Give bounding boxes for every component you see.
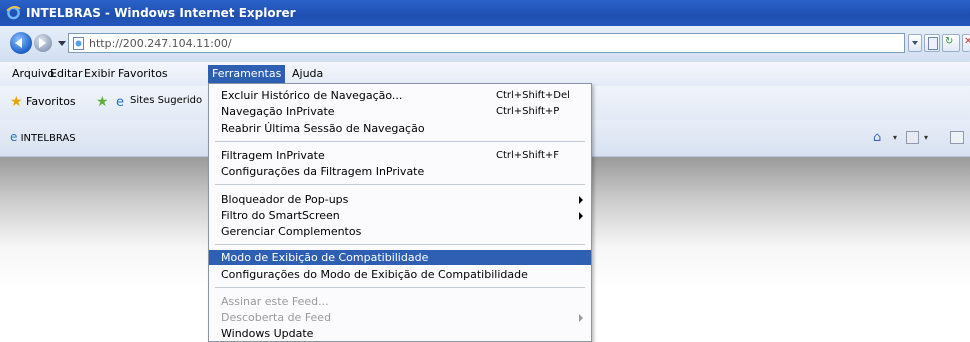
address-field[interactable] [68, 33, 905, 53]
page-icon: e [10, 130, 18, 144]
menu-item-label: Navegação InPrivate [221, 105, 335, 118]
add-to-favorites-icon[interactable]: ★ [96, 95, 110, 109]
menu-item-label: Modo de Exibição de Compatibilidade [221, 251, 429, 264]
menu-item-windows-update[interactable]: Windows Update [209, 326, 591, 341]
menu-item-label: Windows Update [221, 327, 314, 340]
address-dropdown-button[interactable] [908, 34, 922, 52]
home-dropdown-icon[interactable]: ▾ [893, 133, 897, 142]
menu-item-label: Filtro do SmartScreen [221, 209, 340, 222]
print-icon[interactable] [950, 131, 964, 144]
menu-item-label: Configurações da Filtragem InPrivate [221, 165, 425, 178]
menu-item-shortcut: Ctrl+Shift+F [496, 150, 560, 161]
menu-item-label: Configurações do Modo de Exibição de Com… [221, 268, 528, 281]
recent-pages-dropdown[interactable] [58, 41, 66, 46]
menu-item-compatibility-view[interactable]: Modo de Exibição de Compatibilidade [209, 250, 591, 265]
back-button[interactable] [10, 32, 32, 54]
favorites-star-icon: ★ [10, 94, 23, 110]
suggested-sites-link[interactable]: Sites Sugerido [130, 95, 202, 106]
menu-item-feed-discovery: Descoberta de Feed [209, 310, 591, 325]
menu-item-inprivate-filtering-settings[interactable]: Configurações da Filtragem InPrivate [209, 164, 591, 179]
chevron-down-icon [912, 41, 918, 45]
stop-icon: ✕ [964, 36, 970, 47]
address-input[interactable] [89, 35, 789, 51]
forward-button[interactable] [34, 34, 52, 52]
menu-item-shortcut: Ctrl+Shift+Del [496, 90, 570, 101]
menu-item-label: Filtragem InPrivate [221, 149, 325, 162]
window-title: INTELBRAS - Windows Internet Explorer [26, 6, 296, 20]
menu-item-compatibility-view-settings[interactable]: Configurações do Modo de Exibição de Com… [209, 267, 591, 282]
menu-item-delete-history[interactable]: Excluir Histórico de Navegação... Ctrl+S… [209, 88, 591, 103]
menu-item-inprivate-filtering[interactable]: Filtragem InPrivate Ctrl+Shift+F [209, 148, 591, 163]
tab-title: INTELBRAS [20, 133, 76, 144]
menu-favoritos[interactable]: Favoritos [114, 65, 172, 83]
home-icon[interactable]: ⌂ [873, 130, 881, 145]
stop-button[interactable]: ✕ [962, 34, 970, 52]
menu-item-shortcut: Ctrl+Shift+P [496, 106, 560, 117]
menu-item-label: Gerenciar Complementos [221, 225, 362, 238]
refresh-button[interactable]: ↻ [942, 34, 960, 52]
tools-menu: Excluir Histórico de Navegação... Ctrl+S… [208, 83, 592, 342]
menu-item-label: Descoberta de Feed [221, 311, 332, 324]
menu-item-label: Reabrir Última Sessão de Navegação [221, 122, 425, 135]
compatibility-view-button[interactable] [924, 34, 940, 52]
menu-separator [215, 244, 585, 245]
menu-separator [215, 141, 585, 142]
menu-item-label: Bloqueador de Pop-ups [221, 193, 349, 206]
submenu-arrow-icon [579, 212, 583, 220]
broken-page-icon [928, 37, 938, 50]
refresh-icon: ↻ [945, 36, 954, 47]
menu-ferramentas[interactable]: Ferramentas [208, 65, 286, 83]
menu-item-inprivate-browsing[interactable]: Navegação InPrivate Ctrl+Shift+P [209, 104, 591, 119]
menu-item-subscribe-feed: Assinar este Feed... [209, 294, 591, 309]
menu-ajuda[interactable]: Ajuda [288, 65, 327, 83]
navigation-bar: ↻ ✕ [0, 26, 970, 62]
feeds-icon[interactable] [906, 131, 919, 144]
suggested-sites-icon: e [116, 95, 124, 110]
submenu-arrow-icon [579, 314, 583, 322]
feeds-dropdown-icon[interactable]: ▾ [924, 133, 928, 142]
tab-intelbras[interactable]: e INTELBRAS [10, 130, 76, 148]
menu-item-smartscreen-filter[interactable]: Filtro do SmartScreen [209, 208, 591, 223]
menu-separator [215, 287, 585, 288]
menu-item-popup-blocker[interactable]: Bloqueador de Pop-ups [209, 192, 591, 207]
menu-item-label: Assinar este Feed... [221, 295, 329, 308]
menu-item-label: Excluir Histórico de Navegação... [221, 89, 403, 102]
submenu-arrow-icon [579, 196, 583, 204]
title-bar: INTELBRAS - Windows Internet Explorer [0, 0, 970, 26]
menu-item-reopen-session[interactable]: Reabrir Última Sessão de Navegação [209, 121, 591, 136]
menu-separator [215, 184, 585, 185]
menu-item-manage-addons[interactable]: Gerenciar Complementos [209, 224, 591, 239]
internet-explorer-icon [6, 6, 21, 20]
page-icon [73, 37, 84, 50]
favorites-button[interactable]: Favoritos [26, 95, 76, 108]
